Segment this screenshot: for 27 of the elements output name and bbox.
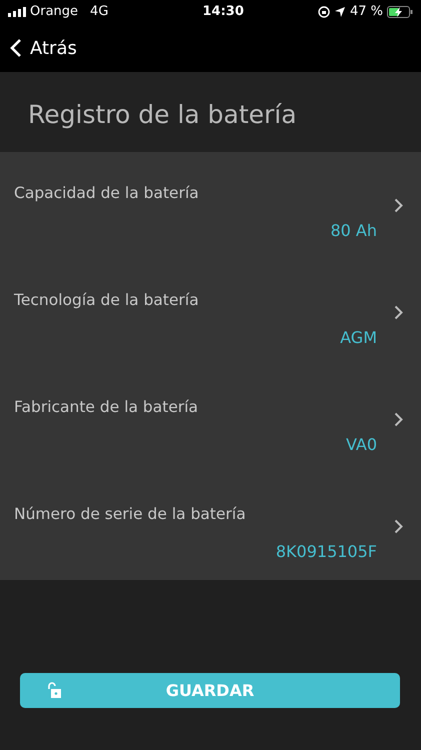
back-link[interactable]: Atrás — [10, 34, 77, 62]
chevron-right-icon — [394, 305, 403, 320]
location-arrow-icon — [334, 6, 346, 18]
row-label: Fabricante de la batería — [14, 397, 198, 418]
chevron-right-icon — [394, 198, 403, 213]
settings-row[interactable]: Número de serie de la batería 8K0915105F — [0, 473, 421, 580]
settings-row[interactable]: Tecnología de la batería AGM — [0, 259, 421, 366]
battery-charging-icon — [386, 6, 413, 18]
signal-icon — [8, 7, 26, 17]
chevron-right-icon — [394, 412, 403, 427]
settings-row[interactable]: Fabricante de la batería VA0 — [0, 366, 421, 473]
chevron-right-icon — [394, 519, 403, 534]
orientation-lock-icon — [318, 6, 330, 18]
network-type: 4G — [90, 3, 108, 22]
row-value: 8K0915105F — [276, 541, 377, 564]
row-label: Número de serie de la batería — [14, 504, 246, 525]
page-title: Registro de la batería — [28, 100, 297, 129]
row-value: 80 Ah — [330, 220, 377, 242]
row-label: Capacidad de la batería — [14, 183, 199, 204]
settings-row[interactable]: Capacidad de la batería 80 Ah — [0, 152, 421, 259]
row-value: AGM — [340, 327, 377, 350]
row-value: VA0 — [346, 434, 377, 456]
back-chevron-icon — [10, 38, 22, 58]
status-time: 14:30 — [202, 3, 244, 22]
carrier-name: Orange — [30, 3, 78, 22]
battery-percent: 47 % — [350, 3, 383, 22]
row-label: Tecnología de la batería — [14, 290, 199, 311]
